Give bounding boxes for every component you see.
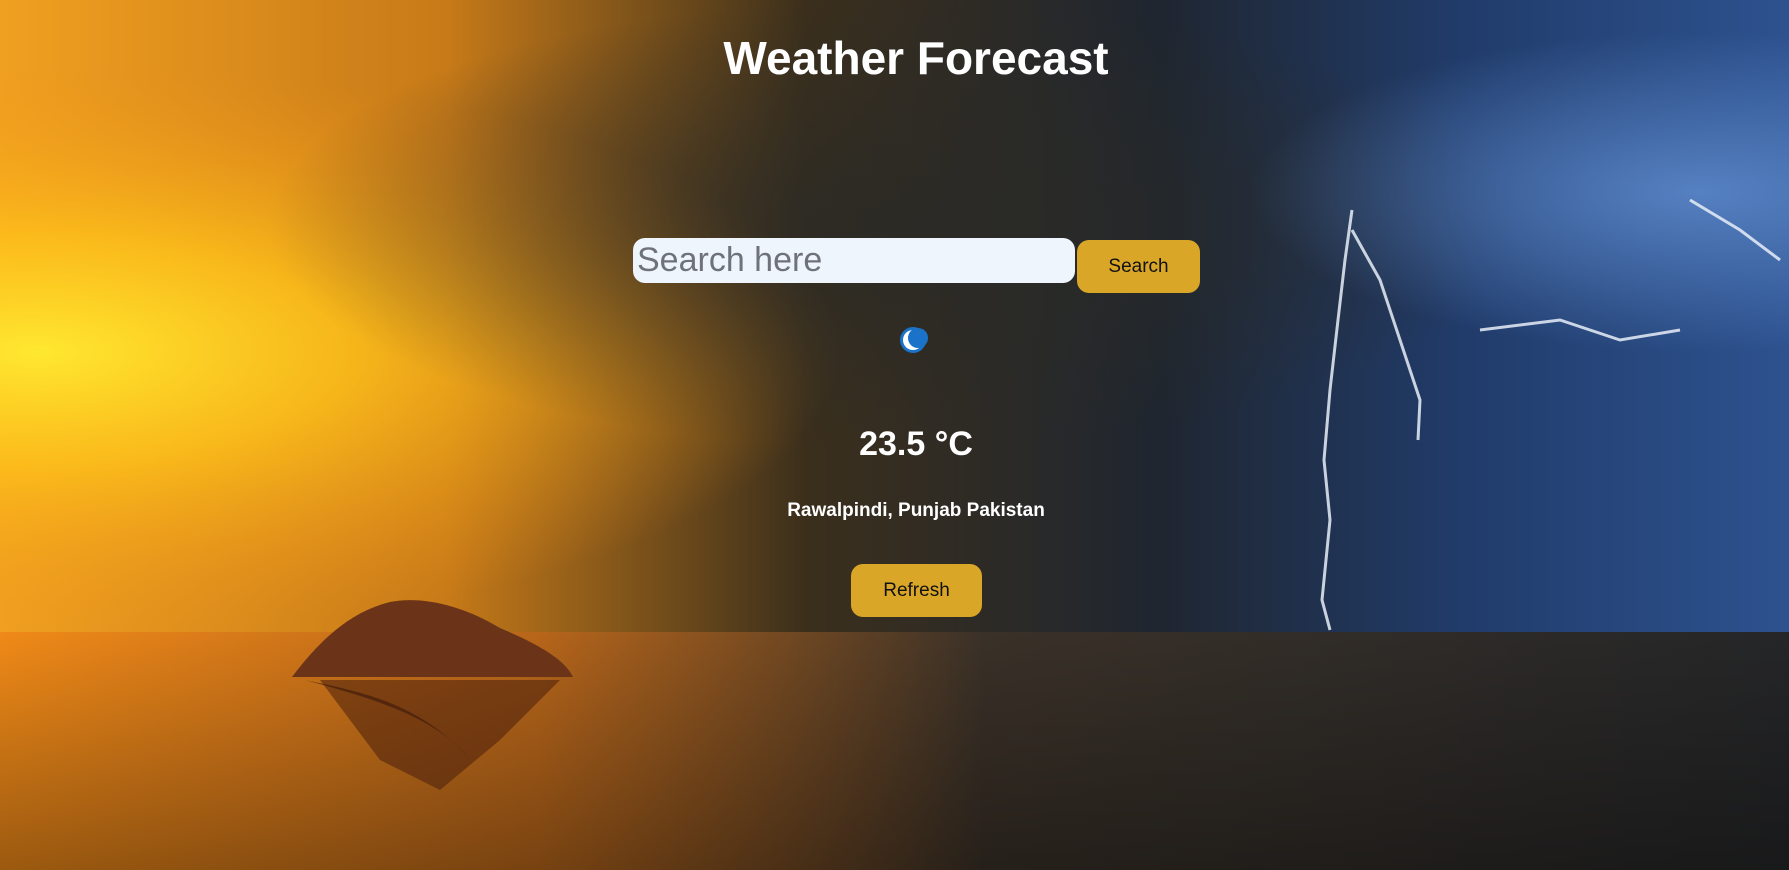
location-label: Rawalpindi, Punjab Pakistan <box>787 500 1045 521</box>
page-title: Weather Forecast <box>723 32 1109 84</box>
search-input[interactable] <box>633 238 1075 283</box>
refresh-button[interactable]: Refresh <box>851 564 982 617</box>
crescent-moon-icon <box>900 327 928 353</box>
weather-page: Weather Forecast Search 23.5 °C Rawalpin… <box>0 0 1789 870</box>
temperature-readout: 23.5 °C <box>859 425 973 463</box>
search-button[interactable]: Search <box>1077 240 1200 293</box>
